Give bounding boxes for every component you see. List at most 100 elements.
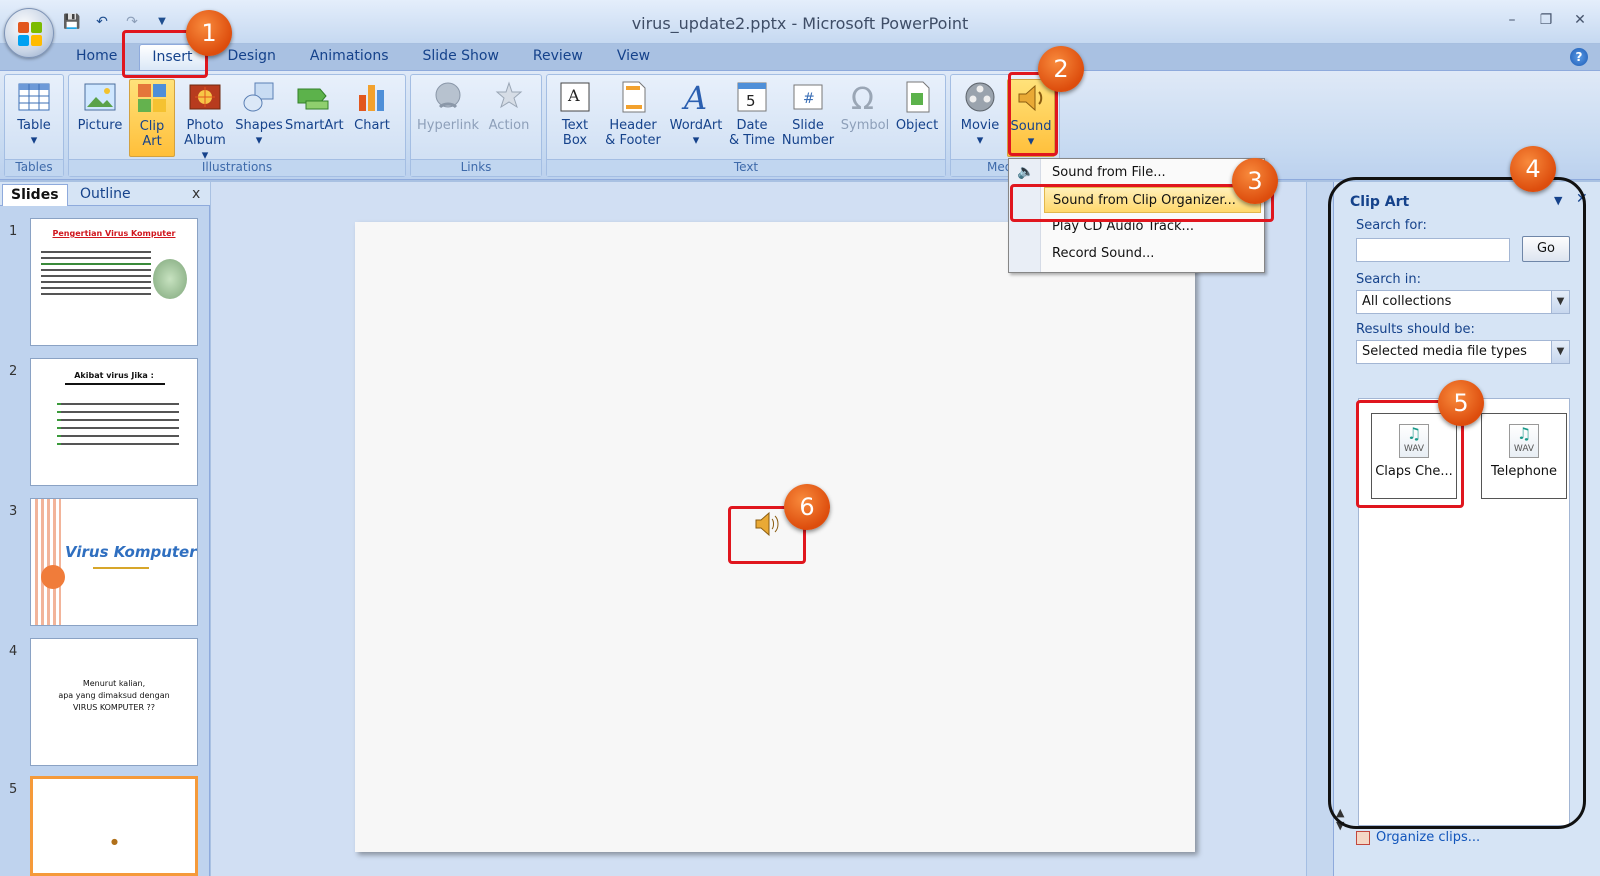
symbol-button[interactable]: Ω Symbol: [839, 79, 891, 133]
thumb-circle: [41, 565, 65, 589]
callout-6: 6: [784, 484, 830, 530]
object-button[interactable]: Object: [893, 79, 941, 133]
menu-item-record-sound[interactable]: Record Sound...: [1044, 241, 1261, 267]
organize-clips-link[interactable]: Organize clips...: [1356, 830, 1480, 845]
slide-thumbnail-5[interactable]: ●: [30, 776, 198, 876]
clip-art-button[interactable]: Clip Art: [129, 79, 175, 157]
group-links: Hyperlink Action Links: [410, 74, 542, 177]
office-logo-icon: [18, 22, 42, 46]
slide-thumbnail-1[interactable]: Pengertian Virus Komputer: [30, 218, 198, 346]
slide-number: 5: [9, 782, 18, 797]
slide-number: 4: [9, 644, 18, 659]
office-button[interactable]: [4, 8, 54, 58]
organize-clips-label: Organize clips...: [1376, 830, 1481, 845]
symbol-icon: Ω: [851, 82, 874, 115]
thumb-bullets: [49, 397, 179, 451]
photo-album-label-1: Photo: [186, 118, 224, 133]
tab-outline[interactable]: Outline: [72, 184, 139, 206]
thumb-subtitle-line: [93, 567, 149, 569]
minimize-icon[interactable]: –: [1504, 12, 1520, 28]
smartart-button[interactable]: SmartArt: [285, 79, 344, 133]
close-pane-icon[interactable]: x: [184, 184, 208, 206]
movie-button[interactable]: Movie ▾: [955, 79, 1005, 148]
help-icon[interactable]: ?: [1570, 48, 1588, 66]
header-footer-icon: [622, 81, 646, 113]
tab-home[interactable]: Home: [64, 44, 129, 70]
clip-art-icon: [138, 84, 166, 112]
shapes-icon: [243, 82, 274, 112]
wordart-label: WordArt: [669, 118, 723, 133]
picture-label: Picture: [77, 118, 123, 133]
title-bar: virus_update2.pptx - Microsoft PowerPoin…: [0, 0, 1600, 44]
chart-button[interactable]: Chart: [347, 79, 397, 133]
group-illustrations: Picture Clip Art Photo Album ▾ Shapes ▾ S…: [68, 74, 406, 177]
picture-icon: [84, 83, 116, 111]
clip-art-label-2: Art: [142, 134, 162, 149]
action-button[interactable]: Action: [483, 79, 535, 133]
callout-2: 2: [1038, 46, 1084, 92]
action-label: Action: [488, 118, 530, 133]
clip-art-label-1: Clip: [139, 119, 165, 134]
svg-text:Ω: Ω: [851, 82, 874, 115]
save-icon[interactable]: 💾: [62, 12, 82, 32]
photo-album-label-2: Album: [184, 133, 226, 148]
slide-number-button[interactable]: # Slide Number: [779, 79, 837, 148]
callout-1: 1: [186, 10, 232, 56]
header-footer-label-2: & Footer: [605, 133, 661, 148]
movie-label: Movie: [960, 118, 1000, 133]
slide-thumbnail-2[interactable]: Akibat virus Jika :: [30, 358, 198, 486]
quick-access-toolbar: 💾 ↶ ↷ ▼: [62, 12, 172, 32]
close-icon[interactable]: ✕: [1572, 12, 1588, 28]
tab-slide-show[interactable]: Slide Show: [411, 44, 511, 70]
svg-text:A: A: [567, 86, 580, 105]
slide-thumbnail-4[interactable]: Menurut kalian, apa yang dimaksud dengan…: [30, 638, 198, 766]
redo-icon[interactable]: ↷: [122, 12, 142, 32]
date-time-button[interactable]: 5 Date & Time: [727, 79, 777, 148]
callout-3: 3: [1232, 158, 1278, 204]
organize-clips-icon: [1356, 830, 1370, 845]
slide-number-label-2: Number: [781, 133, 835, 148]
photo-album-button[interactable]: Photo Album ▾: [179, 79, 231, 163]
customize-qat-icon[interactable]: ▼: [152, 12, 172, 32]
shapes-button[interactable]: Shapes ▾: [235, 79, 283, 148]
header-footer-label-1: Header: [609, 118, 657, 133]
tab-review[interactable]: Review: [521, 44, 595, 70]
wordart-icon: A: [681, 79, 707, 115]
menu-item-sound-from-file[interactable]: Sound from File...: [1044, 160, 1261, 186]
thumb-stripes: [35, 499, 61, 625]
wordart-button[interactable]: A WordArt ▾: [667, 79, 725, 148]
table-icon: [18, 83, 50, 111]
text-box-label-1: Text: [561, 118, 589, 133]
undo-icon[interactable]: ↶: [92, 12, 112, 32]
hyperlink-button[interactable]: Hyperlink: [417, 79, 479, 133]
restore-icon[interactable]: ❐: [1538, 12, 1554, 28]
tab-view[interactable]: View: [605, 44, 662, 70]
pane-tabs: Slides Outline x: [0, 182, 210, 206]
table-button[interactable]: Table ▾: [11, 79, 57, 148]
text-box-button[interactable]: A Text Box: [553, 79, 597, 148]
thumb-image: [153, 259, 187, 299]
slide-thumbnail-3[interactable]: Virus Komputer: [30, 498, 198, 626]
thumb-line-1: Menurut kalian,: [82, 679, 146, 688]
date-time-label-2: & Time: [728, 133, 776, 148]
header-footer-button[interactable]: Header & Footer: [601, 79, 665, 148]
callout-5: 5: [1438, 380, 1484, 426]
tab-slides[interactable]: Slides: [2, 184, 68, 206]
callout-4: 4: [1510, 146, 1556, 192]
svg-text:A: A: [681, 79, 707, 115]
thumb-title: Pengertian Virus Komputer: [52, 229, 176, 238]
chart-label: Chart: [354, 118, 390, 133]
ribbon: Table ▾ Tables Picture Clip Art Photo Alb…: [0, 70, 1600, 180]
thumb-body-lines: [41, 247, 151, 299]
slide-number: 1: [9, 224, 18, 239]
thumb-title: Akibat virus Jika :: [74, 371, 154, 380]
speaker-small-icon: 🔈: [1017, 164, 1035, 180]
tab-animations[interactable]: Animations: [298, 44, 401, 70]
thumb-title: Virus Komputer: [65, 543, 197, 561]
picture-button[interactable]: Picture: [75, 79, 125, 133]
photo-album-icon: [189, 84, 221, 110]
thumb-line-3: VIRUS KOMPUTER ??: [72, 703, 156, 712]
smartart-label: SmartArt: [285, 118, 344, 133]
thumb-line-2: apa yang dimaksud dengan: [58, 691, 170, 700]
group-tables-label: Tables: [5, 159, 63, 176]
